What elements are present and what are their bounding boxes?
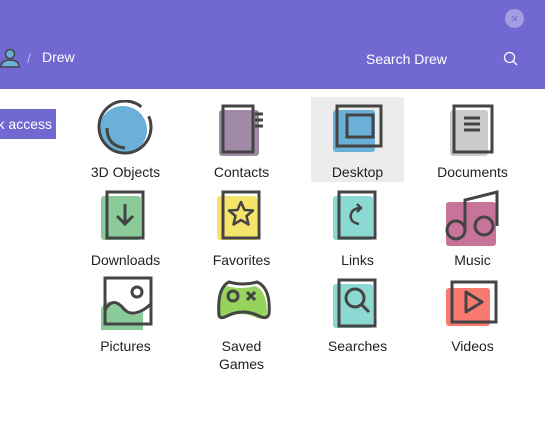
folder-3d-objects[interactable]: 3D Objects [79,100,172,181]
contacts-icon [218,104,263,156]
folder-label: Videos [451,338,494,354]
favorites-icon [216,190,260,240]
folder-music[interactable]: Music [426,188,519,269]
pictures-icon [100,276,152,330]
search-input[interactable]: Search Drew [366,51,447,67]
folder-links[interactable]: Links [311,188,404,269]
folder-contacts[interactable]: Contacts [195,100,288,181]
folder-label: Searches [327,338,388,354]
desktop-icon [332,104,382,152]
3d-objects-icon [97,100,152,155]
folder-pictures[interactable]: Pictures [79,274,172,355]
folder-label: Music [454,252,491,268]
quick-access-label: Quick access [0,116,52,132]
folder-label: Downloads [90,252,161,268]
folder-downloads[interactable]: Downloads [79,188,172,269]
links-icon [332,190,376,240]
folder-label: Documents [437,164,508,180]
videos-icon [445,280,497,326]
folder-desktop[interactable]: Desktop [311,97,404,182]
header: × / Drew Search Drew [0,0,545,89]
folder-documents[interactable]: Documents [426,100,519,181]
downloads-icon [100,190,144,240]
searches-icon [332,278,376,328]
breadcrumb-separator: / [27,50,31,66]
folder-saved-games[interactable]: Saved Games [195,274,288,373]
close-icon: × [510,11,519,26]
folder-videos[interactable]: Videos [426,274,519,355]
folder-label: Saved Games [218,338,265,372]
folder-label: 3D Objects [90,164,161,180]
folder-label: Links [341,252,374,268]
folder-label: Contacts [213,164,270,180]
folder-searches[interactable]: Searches [311,274,404,355]
user-icon[interactable] [0,48,20,68]
breadcrumb-drew[interactable]: Drew [42,49,75,65]
quick-access-button[interactable]: Quick access [0,109,56,139]
folder-favorites[interactable]: Favorites [195,188,288,269]
search-icon[interactable] [503,51,518,66]
folder-label: Pictures [100,338,151,354]
folder-label: Favorites [212,252,271,268]
folder-label: Desktop [331,164,384,180]
close-button[interactable]: × [505,9,524,28]
music-icon [445,190,498,246]
saved-games-icon [216,280,271,320]
documents-icon [449,104,493,156]
